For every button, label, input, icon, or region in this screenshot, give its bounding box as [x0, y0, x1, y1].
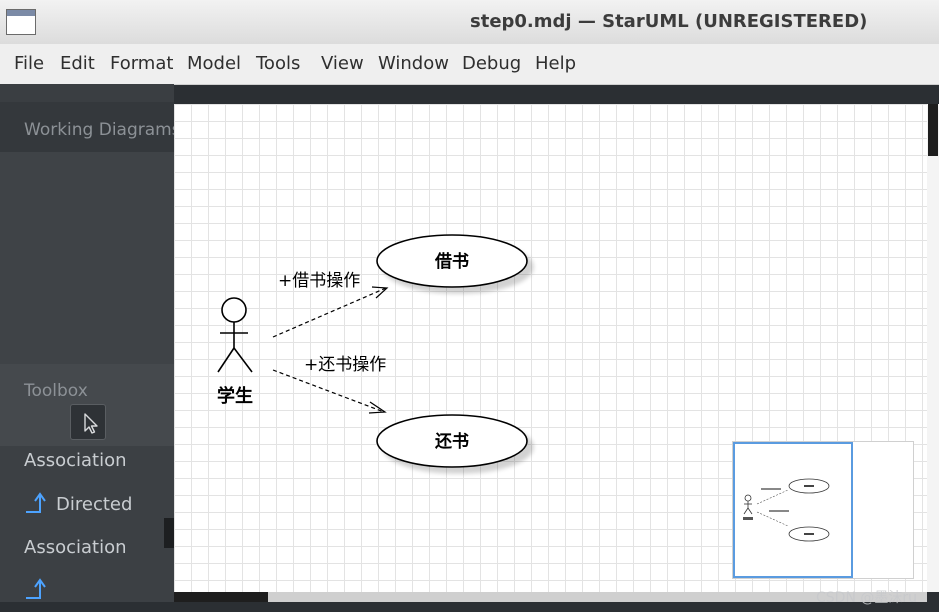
directed-association-icon — [24, 490, 50, 520]
use-case-return[interactable]: 还书 — [376, 414, 528, 468]
menu-format[interactable]: Format — [110, 53, 173, 74]
vertical-scroll-thumb[interactable] — [928, 104, 938, 156]
association-borrow[interactable]: +借书操作 — [272, 271, 389, 338]
actor-student[interactable]: 学生 — [217, 297, 253, 407]
association-label-return: +还书操作 — [304, 355, 386, 375]
title-bar: step0.mdj — StarUML (UNREGISTERED) — [0, 0, 939, 45]
menu-model[interactable]: Model — [187, 53, 241, 74]
menu-edit[interactable]: Edit — [60, 53, 95, 74]
use-case-borrow-name: 借书 — [434, 251, 469, 272]
staruml-window: step0.mdj — StarUML (UNREGISTERED) File … — [0, 0, 939, 612]
select-tool-button[interactable] — [70, 404, 106, 440]
horizontal-scroll-thumb[interactable] — [174, 592, 268, 602]
working-diagrams-panel — [0, 152, 174, 364]
diagram-minimap[interactable] — [732, 441, 914, 579]
app-window-icon[interactable] — [6, 9, 36, 35]
window-title: step0.mdj — StarUML (UNREGISTERED) — [470, 11, 868, 32]
canvas-vertical-scrollbar[interactable] — [927, 104, 939, 592]
menu-bar: File Edit Format Model Tools View Window… — [0, 44, 939, 85]
bottom-strip — [0, 602, 939, 612]
use-case-return-name: 还书 — [434, 432, 469, 452]
toolbox-label: Toolbox — [24, 381, 88, 401]
menu-window[interactable]: Window — [378, 53, 449, 74]
menu-debug[interactable]: Debug — [462, 53, 521, 74]
minimap-viewport[interactable] — [733, 442, 853, 578]
working-diagrams-label: Working Diagrams — [24, 120, 181, 140]
association-label-borrow: +借书操作 — [278, 271, 360, 291]
association-return[interactable]: +还书操作 — [272, 355, 387, 414]
toolbox-item-association-2[interactable]: Association — [24, 537, 127, 558]
menu-view[interactable]: View — [321, 53, 364, 74]
toolbox-item-directed[interactable]: Directed — [56, 494, 132, 515]
menu-help[interactable]: Help — [535, 53, 576, 74]
actor-name: 学生 — [217, 385, 253, 407]
canvas-horizontal-scrollbar[interactable] — [174, 592, 927, 602]
cursor-arrow-icon — [84, 413, 98, 434]
sidebar-scrollbar[interactable] — [164, 518, 174, 548]
menu-file[interactable]: File — [14, 53, 44, 74]
use-case-borrow[interactable]: 借书 — [376, 234, 528, 288]
watermark: CSDN @墨沫ru — [816, 590, 917, 606]
menu-tools[interactable]: Tools — [256, 53, 300, 74]
toolbox-item-association[interactable]: Association — [24, 450, 127, 471]
